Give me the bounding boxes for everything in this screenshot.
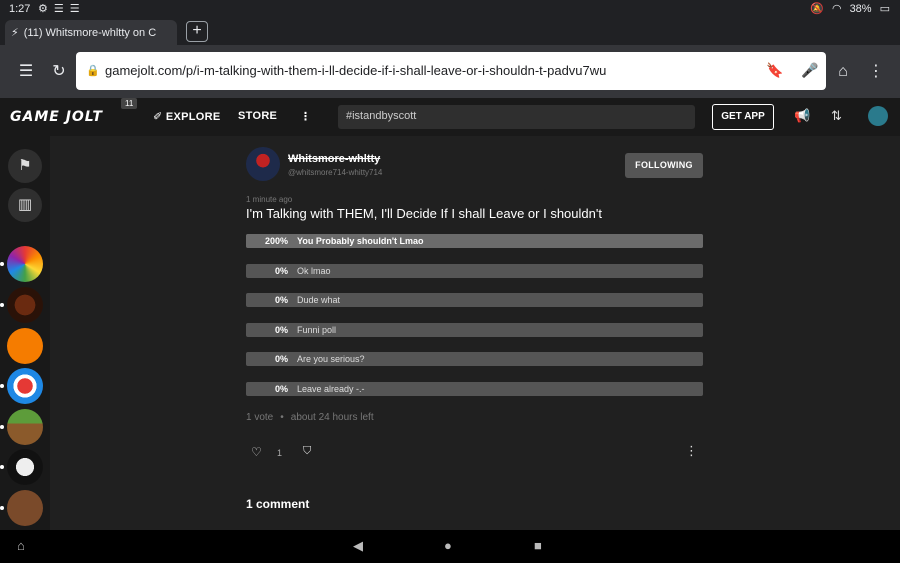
poll-label: Are you serious? bbox=[297, 354, 365, 364]
like-count: 1 bbox=[277, 448, 283, 458]
community-minecraft[interactable] bbox=[7, 409, 43, 445]
more-nav-icon[interactable]: ⋮ bbox=[300, 110, 311, 123]
wifi-icon: ◠ bbox=[831, 3, 842, 15]
home-shortcut-icon[interactable]: ⌂ bbox=[17, 538, 25, 553]
get-app-button[interactable]: GET APP bbox=[712, 104, 774, 130]
status-bar: 1:27 ⚙ ☰ ☰ 🔕 ◠ 38% ▭ bbox=[0, 0, 900, 18]
post-timestamp: 1 minute ago bbox=[246, 195, 293, 204]
activity-icon[interactable]: ⚑ bbox=[8, 149, 42, 183]
poll-label: Dude what bbox=[297, 295, 341, 305]
comments-heading: 1 comment bbox=[246, 497, 310, 511]
poll-meta: 1 vote • about 24 hours left bbox=[246, 412, 374, 423]
post-title: I'm Talking with THEM, I'll Decide If I … bbox=[246, 206, 602, 221]
tab-title: (11) Whitsmore-whltty on C bbox=[23, 26, 157, 39]
vote-count: 1 vote bbox=[246, 412, 274, 423]
post-more-icon[interactable]: ⋮ bbox=[685, 443, 698, 459]
site-header: GAME JOLT 11 ✐ EXPLORE STORE ⋮ #istandby… bbox=[0, 98, 900, 136]
explore-link[interactable]: ✐ EXPLORE bbox=[153, 110, 221, 123]
unread-dot bbox=[0, 506, 4, 510]
gamejolt-logo[interactable]: GAME JOLT bbox=[10, 109, 103, 125]
reload-icon[interactable]: ↻ bbox=[49, 62, 69, 82]
system-nav-bar: ⌂ ◀ ● ■ bbox=[0, 530, 900, 563]
browser-toolbar: ☰ ↻ 🔒 gamejolt.com/p/i-m-talking-with-th… bbox=[0, 45, 900, 98]
library-icon[interactable]: ▥ bbox=[8, 188, 42, 222]
poll-option[interactable]: 0% Ok lmao bbox=[246, 264, 703, 278]
home-icon[interactable]: ⌂ bbox=[833, 62, 853, 82]
poll-percent: 0% bbox=[274, 354, 288, 364]
lock-icon: 🔒 bbox=[86, 65, 100, 77]
unread-dot bbox=[0, 465, 4, 469]
user-avatar[interactable] bbox=[868, 106, 888, 126]
poll-percent: 200% bbox=[264, 236, 288, 246]
poll-label: Funni poll bbox=[297, 325, 337, 335]
author-handle[interactable]: @whitsmore714-whitty714 bbox=[288, 168, 382, 177]
new-tab-button[interactable]: + bbox=[186, 21, 208, 42]
poll-option[interactable]: 200% You Probably shouldn't Lmao bbox=[246, 234, 703, 248]
notification-icon: ☰ bbox=[53, 3, 64, 15]
battery-icon: ▭ bbox=[879, 3, 890, 15]
unread-dot bbox=[0, 303, 4, 307]
poll-percent: 0% bbox=[274, 384, 288, 394]
unread-dot bbox=[0, 384, 4, 388]
poll-label: Leave already -.- bbox=[297, 384, 365, 394]
community-sidebar: ⚑ ▥ bbox=[0, 136, 50, 530]
notification-count-badge: 11 bbox=[121, 98, 138, 109]
community-mario[interactable] bbox=[7, 368, 43, 404]
recents-icon[interactable]: ■ bbox=[534, 538, 542, 553]
poll-option[interactable]: 0% Funni poll bbox=[246, 323, 703, 337]
community-fnaf[interactable] bbox=[7, 287, 43, 323]
community-undertale[interactable] bbox=[7, 449, 43, 485]
home-circle-icon[interactable]: ● bbox=[444, 538, 452, 553]
poll-label: You Probably shouldn't Lmao bbox=[297, 236, 424, 246]
explore-icon: ✐ bbox=[153, 111, 166, 123]
store-link[interactable]: STORE bbox=[238, 110, 277, 122]
poll-option[interactable]: 0% Are you serious? bbox=[246, 352, 703, 366]
announcement-icon[interactable]: 📢 bbox=[794, 108, 810, 124]
menu-icon[interactable]: ☰ bbox=[16, 62, 36, 82]
following-button[interactable]: FOLLOWING bbox=[625, 153, 703, 178]
browser-tab[interactable]: ⚡ (11) Whitsmore-whltty on C bbox=[5, 20, 177, 45]
mute-icon: 🔕 bbox=[810, 3, 824, 15]
notification-icon-2: ☰ bbox=[69, 3, 80, 15]
gamejolt-favicon-icon: ⚡ bbox=[11, 27, 19, 39]
community-other[interactable] bbox=[7, 490, 43, 526]
back-icon[interactable]: ◀ bbox=[353, 538, 363, 554]
poll-option[interactable]: 0% Dude what bbox=[246, 293, 703, 307]
friends-icon[interactable]: ⇅ bbox=[831, 108, 842, 124]
tag-icon[interactable]: ⛉ bbox=[303, 445, 311, 458]
time-left: about 24 hours left bbox=[290, 412, 374, 423]
unread-dot bbox=[0, 262, 4, 266]
settings-icon: ⚙ bbox=[38, 3, 48, 15]
status-time: 1:27 bbox=[9, 3, 31, 15]
community-deafplayer[interactable] bbox=[7, 328, 43, 364]
poll-percent: 0% bbox=[274, 325, 288, 335]
poll-percent: 0% bbox=[274, 266, 288, 276]
tab-strip: ⚡ (11) Whitsmore-whltty on C + bbox=[0, 18, 900, 45]
poll-label: Ok lmao bbox=[297, 266, 331, 276]
bookmark-icon[interactable]: 🔖 bbox=[766, 62, 783, 79]
community-lgbtq[interactable] bbox=[7, 246, 43, 282]
more-menu-icon[interactable]: ⋮ bbox=[866, 62, 886, 82]
url-text: gamejolt.com/p/i-m-talking-with-them-i-l… bbox=[105, 63, 607, 78]
author-name[interactable]: Whitsmore-whltty bbox=[288, 153, 380, 165]
search-input[interactable]: #istandbyscott bbox=[338, 105, 695, 129]
post-view: Whitsmore-whltty @whitsmore714-whitty714… bbox=[50, 136, 900, 530]
microphone-icon[interactable]: 🎤 bbox=[801, 62, 818, 79]
poll-percent: 0% bbox=[274, 295, 288, 305]
address-bar[interactable]: 🔒 gamejolt.com/p/i-m-talking-with-them-i… bbox=[76, 52, 826, 90]
author-avatar[interactable] bbox=[246, 147, 280, 181]
poll-option[interactable]: 0% Leave already -.- bbox=[246, 382, 703, 396]
unread-dot bbox=[0, 425, 4, 429]
heart-icon[interactable]: ♡ bbox=[251, 445, 262, 459]
battery-text: 38% bbox=[849, 2, 872, 15]
